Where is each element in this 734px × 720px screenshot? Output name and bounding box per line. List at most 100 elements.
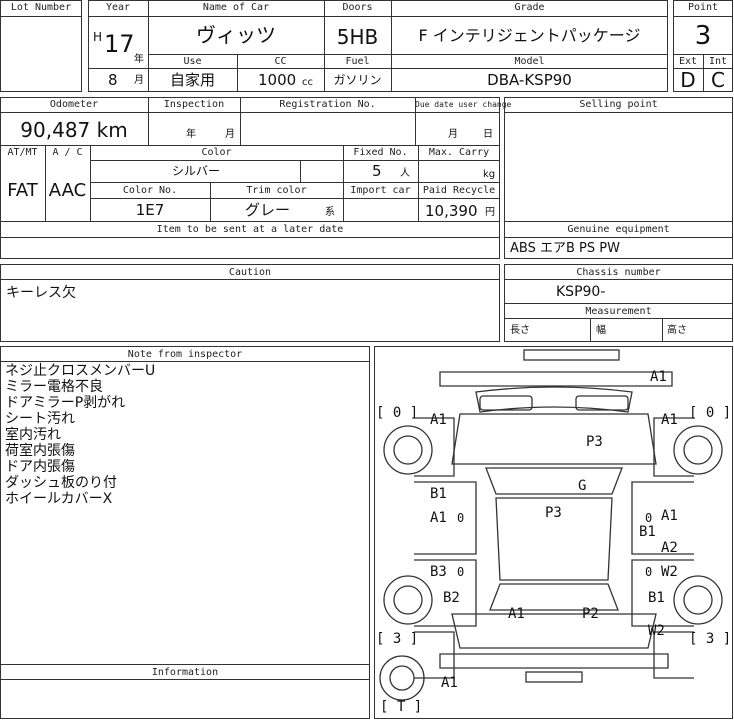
inspector-divider — [0, 361, 370, 362]
inspector-note: ネジ止クロスメンバーU — [5, 363, 156, 379]
height-label: 高さ — [667, 325, 687, 336]
grade-value: F インテリジェントパッケージ — [418, 26, 641, 45]
hood — [451, 413, 657, 465]
information-label: Information — [151, 667, 219, 678]
diagram-code: A1 — [661, 412, 678, 428]
paid-recycle-unit: 円 — [485, 207, 495, 218]
cc-value: 1000 — [258, 71, 297, 89]
diagram-code: B1 — [430, 486, 447, 502]
information-divider-1 — [0, 664, 370, 665]
length-label: 長さ — [510, 325, 530, 336]
details-line-1 — [0, 112, 500, 113]
diagram-code: B3 — [430, 564, 447, 580]
month-value: 8 — [108, 71, 118, 89]
diagram-code: G — [578, 478, 587, 494]
right-front-hub — [683, 435, 713, 465]
car-diagram — [379, 349, 723, 701]
diagram-zero: 0 — [645, 565, 653, 579]
due-date-label: Due date user change — [415, 100, 512, 109]
caution-divider — [0, 279, 500, 280]
tire-tread-rear-right: [ 3 ] — [689, 631, 732, 647]
due-month: 月 — [448, 129, 458, 140]
genuine-divider-1 — [504, 221, 733, 222]
fixed-no-label: Fixed No. — [353, 147, 408, 158]
diagram-code: A2 — [661, 540, 678, 556]
fixed-no-unit: 人 — [400, 168, 410, 179]
inspection-label: Inspection — [163, 99, 225, 110]
header-row-line-3 — [148, 68, 668, 69]
month-unit: 月 — [134, 75, 144, 86]
inspector-note: ミラー電格不良 — [5, 379, 103, 395]
trim-color-value: グレー — [245, 201, 291, 219]
measure-col-1 — [590, 318, 591, 342]
tire-tread-rear-left: [ 3 ] — [376, 631, 419, 647]
ac-value: AAC — [48, 180, 87, 201]
import-car-label: Import car — [350, 185, 411, 196]
inspector-note: ホイールカバーX — [5, 491, 113, 507]
measurement-label: Measurement — [585, 306, 652, 317]
caution-value: キーレス欠 — [6, 285, 76, 301]
atmt-value: FAT — [7, 180, 38, 201]
diagram-zero: 0 — [457, 565, 465, 579]
details-line-5 — [90, 198, 500, 199]
chassis-number-label: Chassis number — [576, 267, 661, 278]
right-front-wheel — [673, 425, 723, 475]
selling-point-divider — [504, 112, 733, 113]
chassis-number-value: KSP90- — [556, 284, 606, 300]
ext-value: D — [680, 68, 696, 92]
inspector-label: Note from inspector — [127, 349, 243, 360]
tire-tread-front-left: [ 0 ] — [376, 405, 419, 421]
front-bumper — [439, 371, 673, 387]
model-value: DBA-KSP90 — [487, 71, 572, 89]
lot-number-box — [0, 0, 82, 92]
diagram-code: B1 — [639, 524, 656, 540]
details-line-4 — [90, 182, 500, 183]
doors-label: Doors — [342, 2, 373, 13]
genuine-divider-2 — [504, 237, 733, 238]
trim-color-suffix: 系 — [325, 207, 335, 218]
inspection-month: 月 — [225, 129, 235, 140]
right-rear-hub — [683, 585, 713, 615]
trunk — [451, 613, 657, 649]
width-label: 幅 — [596, 325, 606, 336]
measure-col-2 — [662, 318, 663, 342]
lot-number-label: Lot Number — [10, 2, 72, 13]
diagram-code: A1 — [430, 412, 447, 428]
header-row-line-1 — [88, 16, 668, 17]
registration-label: Registration No. — [279, 99, 376, 110]
diagram-code: A1 — [441, 675, 458, 691]
later-date-label: Item to be sent at a later date — [156, 224, 344, 235]
inspector-note: 荷室内張傷 — [5, 443, 75, 459]
cc-unit: cc — [302, 77, 313, 88]
paid-recycle-label: Paid Recycle — [422, 185, 496, 196]
grade-label: Grade — [514, 2, 545, 13]
year-month-divider — [88, 68, 148, 69]
color-no-label: Color No. — [122, 185, 178, 196]
year-era: H — [93, 30, 103, 44]
left-front-hub — [393, 435, 423, 465]
diagram-code: P3 — [586, 434, 603, 450]
odometer-label: Odometer — [49, 99, 99, 110]
name-of-car-value: ヴィッツ — [196, 23, 276, 47]
diagram-code: A1 — [661, 508, 678, 524]
due-day: 日 — [483, 129, 493, 140]
left-front-wheel — [383, 425, 433, 475]
selling-point-label: Selling point — [579, 99, 658, 110]
fuel-value: ガソリン — [333, 73, 382, 87]
diagram-code: A1 — [650, 369, 667, 385]
odometer-value: 90,487 km — [20, 118, 128, 142]
diagram-code: A1 — [508, 606, 525, 622]
int-value: C — [711, 68, 725, 92]
trim-color-label: Trim color — [246, 185, 307, 196]
name-of-car-label: Name of Car — [202, 2, 270, 13]
information-divider-2 — [0, 679, 370, 680]
year-label: Year — [105, 2, 131, 13]
atmt-label: AT/MT — [7, 147, 38, 158]
left-rear-fender — [414, 631, 455, 679]
color-no-value: 1E7 — [135, 201, 165, 219]
details-line-3 — [90, 160, 500, 161]
inspection-year: 年 — [186, 129, 196, 140]
max-carry-unit: kg — [483, 169, 496, 180]
header-row-line-2 — [148, 54, 668, 55]
genuine-equipment-value: ABS エアB PS PW — [510, 241, 620, 256]
